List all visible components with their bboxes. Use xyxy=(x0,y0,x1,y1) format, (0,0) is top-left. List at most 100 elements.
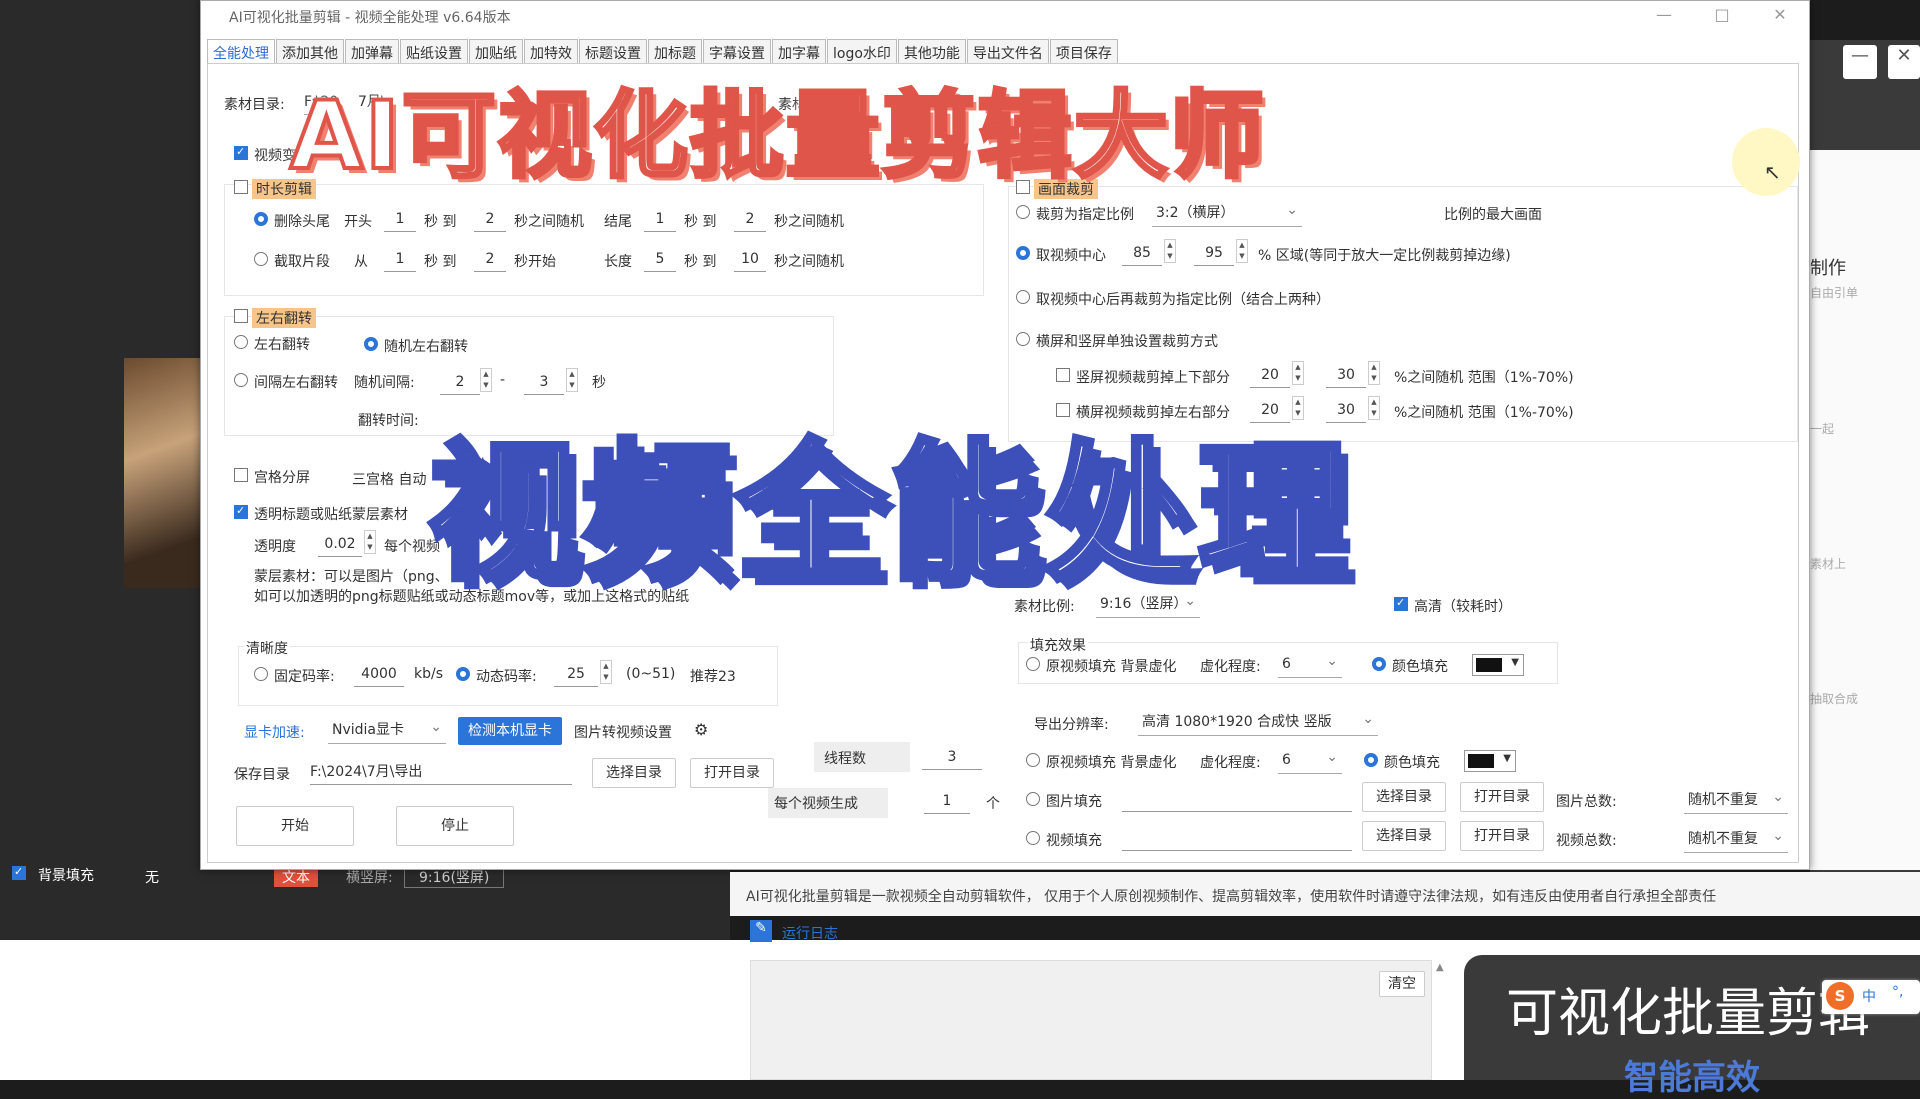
ime-lang[interactable]: 中 xyxy=(1862,986,1876,1006)
fill-blur-radio[interactable] xyxy=(1026,657,1040,671)
flip-interval-radio[interactable] xyxy=(234,373,248,387)
gear-icon[interactable]: ⚙ xyxy=(694,720,708,739)
cut-segment-radio[interactable] xyxy=(254,252,268,266)
img-fill-input[interactable] xyxy=(1122,786,1352,812)
vertical-crop-max[interactable]: 30 xyxy=(1326,362,1366,388)
start-button[interactable]: 开始 xyxy=(236,806,354,846)
separate-crop-radio[interactable] xyxy=(1016,332,1030,346)
img-fill-open-button[interactable]: 打开目录 xyxy=(1460,782,1544,812)
center-radio[interactable] xyxy=(1016,246,1030,260)
vid-total-select[interactable]: 随机不重复 xyxy=(1684,822,1788,853)
fixed-bitrate-input[interactable]: 4000 xyxy=(354,661,404,687)
vertical-crop-min[interactable]: 20 xyxy=(1250,362,1290,388)
clear-log-button[interactable]: 清空 xyxy=(1379,971,1425,997)
stop-button[interactable]: 停止 xyxy=(396,806,514,846)
per-video-input[interactable]: 1 xyxy=(924,788,970,814)
ime-toolbar[interactable]: S 中 °, xyxy=(1822,980,1920,1014)
minimize-button[interactable]: — xyxy=(1649,5,1679,29)
fill-color-picker[interactable]: ▼ xyxy=(1472,654,1524,676)
center-then-crop-radio[interactable] xyxy=(1016,290,1030,304)
log-area[interactable]: 清空 xyxy=(750,960,1432,1080)
dynamic-bitrate-radio[interactable] xyxy=(456,667,470,681)
crf-range-label: (0~51) xyxy=(626,666,676,682)
seg-start-label: 秒开始 xyxy=(514,254,556,270)
export-blur-radio[interactable] xyxy=(1026,753,1040,767)
seg-from-min[interactable]: 1 xyxy=(384,246,416,272)
head-max[interactable]: 2 xyxy=(474,206,506,232)
grid-checkbox[interactable] xyxy=(234,468,248,482)
flip-checkbox[interactable] xyxy=(234,309,248,323)
interval-max-spinner[interactable]: ▲ ▼ xyxy=(566,368,578,392)
dynamic-bitrate-input[interactable]: 25 xyxy=(554,661,598,687)
bg-close-button[interactable]: ✕ xyxy=(1888,45,1920,79)
horizontal-crop-max-spinner[interactable]: ▲ ▼ xyxy=(1368,396,1380,420)
fill-color-radio[interactable] xyxy=(1372,657,1386,671)
material-label: 素材目录: xyxy=(224,97,285,113)
vertical-crop-max-spinner[interactable]: ▲ ▼ xyxy=(1368,361,1380,385)
fixed-bitrate-radio[interactable] xyxy=(254,667,268,681)
crop-ratio-select[interactable]: 3:2（横屏） xyxy=(1152,196,1302,227)
img-total-select[interactable]: 随机不重复 xyxy=(1684,783,1788,814)
tail-max[interactable]: 2 xyxy=(734,206,766,232)
vid-fill-open-button[interactable]: 打开目录 xyxy=(1460,821,1544,851)
center-min[interactable]: 85 xyxy=(1122,240,1162,266)
text-tab[interactable]: 文本 xyxy=(274,867,318,887)
crop-ratio-radio[interactable] xyxy=(1016,205,1030,219)
to-label-4: 秒 到 xyxy=(684,254,717,270)
speed-checkbox[interactable] xyxy=(234,145,248,160)
img-fill-radio[interactable] xyxy=(1026,792,1040,806)
vid-fill-input[interactable] xyxy=(1122,825,1352,851)
flip-lr-radio[interactable] xyxy=(234,335,248,349)
gpu-select[interactable]: Nvidia显卡 xyxy=(328,713,446,744)
hq-checkbox[interactable] xyxy=(1394,596,1408,611)
delete-head-tail-radio[interactable] xyxy=(254,212,268,226)
img-fill-choose-button[interactable]: 选择目录 xyxy=(1362,782,1446,812)
seg-from-max[interactable]: 2 xyxy=(474,246,506,272)
duration-checkbox[interactable] xyxy=(234,180,248,194)
bg-minimize-button[interactable]: — xyxy=(1843,45,1877,79)
fill-blur-select[interactable]: 6 xyxy=(1278,647,1342,678)
head-min[interactable]: 1 xyxy=(384,206,416,232)
detect-gpu-button[interactable]: 检测本机显卡 xyxy=(458,717,562,745)
grid-select[interactable]: 三宫格 自动 xyxy=(352,469,426,489)
vid-fill-choose-button[interactable]: 选择目录 xyxy=(1362,821,1446,851)
tail-min[interactable]: 1 xyxy=(644,206,676,232)
center-max[interactable]: 95 xyxy=(1194,240,1234,266)
export-blur-select[interactable]: 6 xyxy=(1278,743,1342,774)
export-res-select[interactable]: 高清 1080*1920 合成快 竖版 xyxy=(1138,705,1378,736)
right-text-1: 制作 xyxy=(1810,258,1846,279)
export-color-picker[interactable]: ▼ xyxy=(1464,750,1516,772)
vertical-crop-min-spinner[interactable]: ▲ ▼ xyxy=(1292,361,1304,385)
quality-label: 清晰度 xyxy=(244,638,290,658)
rand-label-3: 秒之间随机 xyxy=(774,254,844,270)
center-max-spinner[interactable]: ▲ ▼ xyxy=(1236,239,1248,263)
export-color-radio[interactable] xyxy=(1364,753,1378,767)
dynamic-bitrate-spinner[interactable]: ▲ ▼ xyxy=(600,660,612,684)
close-button[interactable]: ✕ xyxy=(1765,5,1795,29)
vertical-crop-checkbox[interactable] xyxy=(1056,368,1070,382)
len-max[interactable]: 10 xyxy=(734,246,766,272)
interval-min-spinner[interactable]: ▲ ▼ xyxy=(480,368,492,392)
save-dir-input[interactable]: F:\2024\7月\导出 xyxy=(310,759,572,785)
bg-fill-select[interactable]: 无 xyxy=(145,867,159,887)
vid-fill-radio[interactable] xyxy=(1026,831,1040,845)
tab-all[interactable]: 全能处理 xyxy=(207,39,275,63)
alpha-input[interactable]: 0.02 xyxy=(318,531,362,557)
per-video-unit: 个 xyxy=(986,796,1000,812)
choose-save-dir-button[interactable]: 选择目录 xyxy=(592,758,676,788)
flip-random-radio[interactable] xyxy=(364,337,378,351)
center-min-spinner[interactable]: ▲ ▼ xyxy=(1164,239,1176,263)
img2vid-label[interactable]: 图片转视频设置 xyxy=(574,722,672,742)
open-save-dir-button[interactable]: 打开目录 xyxy=(690,758,774,788)
center-label: 取视频中心 xyxy=(1036,248,1106,264)
layer-checkbox[interactable] xyxy=(234,504,248,519)
fill-color-label: 颜色填充 xyxy=(1392,659,1448,675)
alpha-spinner[interactable]: ▲ ▼ xyxy=(364,530,376,554)
maximize-button[interactable]: □ xyxy=(1707,5,1737,29)
export-blur-label: 原视频填充 背景虚化 xyxy=(1046,755,1177,771)
bg-fill-checkbox[interactable] xyxy=(12,865,26,880)
len-min[interactable]: 5 xyxy=(644,246,676,272)
scroll-up-icon[interactable]: ▲ xyxy=(1436,962,1444,973)
ime-punct-icon[interactable]: °, xyxy=(1892,984,1903,1000)
threads-input[interactable]: 3 xyxy=(922,744,982,770)
